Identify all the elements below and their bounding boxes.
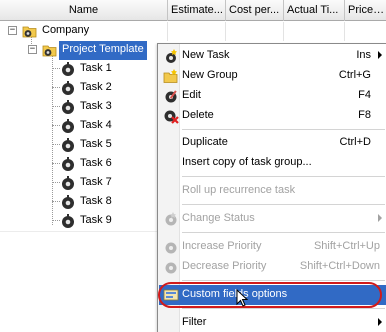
task-label: Task 3	[80, 100, 112, 112]
task-label: Task 4	[80, 119, 112, 131]
menu-label: Change Status	[182, 212, 255, 224]
menu-item-custom-fields[interactable]: Custom fields options	[159, 285, 386, 305]
increase-priority-icon	[165, 242, 177, 254]
menu-item-duplicate[interactable]: Duplicate Ctrl+D	[159, 133, 386, 153]
task-label: Task 7	[80, 176, 112, 188]
menu-item-change-status[interactable]: Change Status	[159, 209, 386, 229]
menu-label: Filter	[182, 316, 207, 328]
task-label: Task 5	[80, 138, 112, 150]
column-price[interactable]: Price pe	[345, 0, 386, 21]
context-menu: New Task Ins New Group Ctrl+G Edit F4 De…	[157, 43, 386, 332]
folder-gear-icon	[42, 45, 57, 57]
custom-fields-icon	[163, 289, 179, 301]
menu-separator	[182, 204, 385, 205]
delete-icon	[164, 110, 179, 124]
submenu-arrow-icon	[378, 214, 382, 222]
menu-label: Increase Priority	[182, 240, 262, 252]
task-label: Task 9	[80, 214, 112, 226]
column-actual[interactable]: Actual Ti...	[284, 0, 345, 21]
menu-label: New Group	[182, 69, 238, 81]
menu-shortcut: Shift+Ctrl+Up	[313, 240, 380, 252]
submenu-arrow-icon	[378, 318, 382, 326]
menu-label: Delete	[182, 109, 214, 121]
menu-item-new-group[interactable]: New Group Ctrl+G	[159, 66, 386, 86]
task-gear-icon	[62, 62, 74, 76]
task-label: Task 2	[80, 81, 112, 93]
menu-shortcut: Shift+Ctrl+Down	[299, 260, 380, 272]
folder-gear-icon	[22, 26, 37, 38]
task-gear-icon	[62, 81, 74, 95]
task-label: Task 1	[80, 62, 112, 74]
task-label: Task 6	[80, 157, 112, 169]
task-gear-icon	[62, 157, 74, 171]
menu-shortcut: F8	[358, 109, 371, 121]
decrease-priority-icon	[165, 262, 177, 274]
collapse-toggle[interactable]: −	[8, 26, 17, 35]
task-gear-icon	[62, 195, 74, 209]
project-template-label: Project Template	[59, 41, 147, 60]
menu-label: Roll up recurrence task	[182, 184, 296, 196]
menu-shortcut: Ctrl+G	[338, 69, 371, 81]
task-gear-icon	[62, 176, 74, 190]
column-name[interactable]: Name	[0, 0, 168, 21]
task-gear-icon	[62, 214, 74, 228]
new-group-icon	[163, 69, 178, 83]
menu-separator	[182, 232, 385, 233]
task-gear-icon	[62, 138, 74, 152]
menu-item-roll-up[interactable]: Roll up recurrence task	[159, 181, 386, 201]
menu-label: New Task	[182, 49, 230, 61]
submenu-arrow-icon	[378, 51, 382, 59]
column-header: Name Estimate... Cost per... Actual Ti..…	[0, 0, 386, 21]
menu-item-increase-priority[interactable]: Increase Priority Shift+Ctrl+Up	[159, 237, 386, 257]
task-gear-icon	[62, 119, 74, 133]
tree-row-company[interactable]: − Company	[0, 22, 386, 41]
menu-label: Custom fields options	[182, 288, 288, 300]
menu-item-new-task[interactable]: New Task Ins	[159, 46, 386, 66]
edit-icon	[165, 90, 177, 103]
menu-shortcut: F4	[358, 89, 371, 101]
menu-separator	[182, 308, 385, 309]
menu-item-insert-copy[interactable]: Insert copy of task group...	[159, 153, 386, 173]
menu-item-filter[interactable]: Filter	[159, 313, 386, 332]
menu-shortcut: Ins	[356, 49, 371, 61]
menu-item-delete[interactable]: Delete F8	[159, 106, 386, 126]
menu-item-decrease-priority[interactable]: Decrease Priority Shift+Ctrl+Down	[159, 257, 386, 277]
task-gear-icon	[62, 100, 74, 114]
menu-separator	[182, 280, 385, 281]
menu-label: Duplicate	[182, 136, 228, 148]
menu-label: Insert copy of task group...	[182, 156, 312, 168]
menu-item-edit[interactable]: Edit F4	[159, 86, 386, 106]
new-task-icon	[166, 49, 177, 63]
mouse-pointer-icon	[236, 289, 248, 307]
change-status-icon	[165, 212, 177, 226]
menu-separator	[182, 129, 385, 130]
task-label: Task 8	[80, 195, 112, 207]
menu-separator	[182, 176, 385, 177]
menu-shortcut: Ctrl+D	[339, 136, 371, 148]
collapse-toggle[interactable]: −	[28, 45, 37, 54]
company-label: Company	[42, 24, 90, 36]
column-cost[interactable]: Cost per...	[226, 0, 284, 21]
menu-label: Edit	[182, 89, 201, 101]
menu-label: Decrease Priority	[182, 260, 267, 272]
column-estimated[interactable]: Estimate...	[168, 0, 226, 21]
